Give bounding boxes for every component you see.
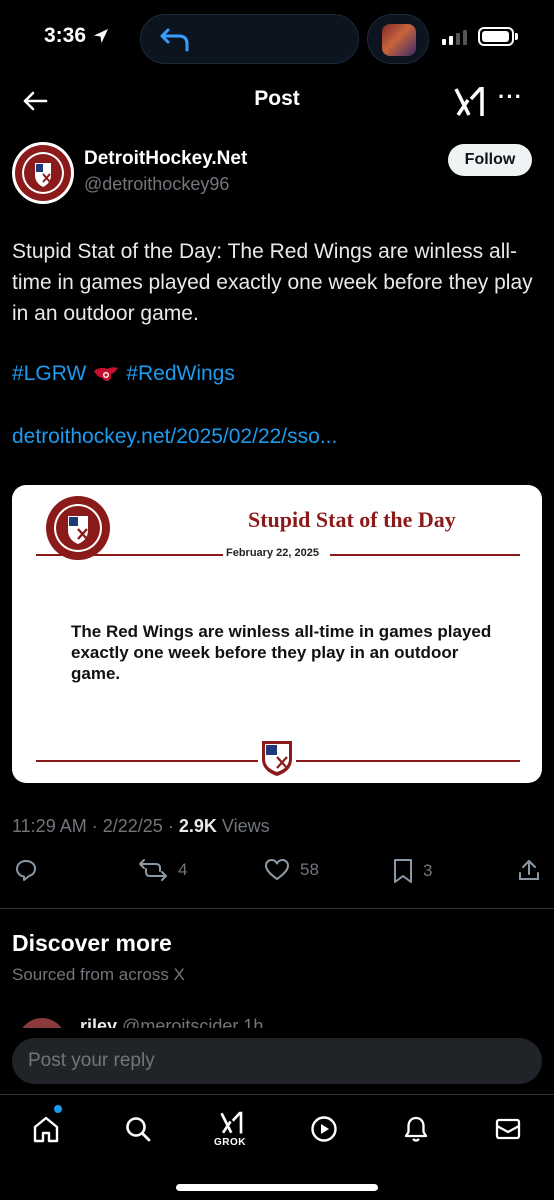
card-rule-right xyxy=(330,554,520,556)
home-indicator[interactable] xyxy=(176,1184,378,1191)
grok-logo-icon[interactable] xyxy=(454,85,486,119)
reply-bar: Post your reply xyxy=(0,1028,554,1094)
return-arrow-icon xyxy=(160,28,189,52)
shield-logo-icon xyxy=(262,741,292,776)
views-count[interactable]: 2.9K xyxy=(179,816,217,836)
red-wings-logo-icon xyxy=(94,367,119,381)
heart-icon xyxy=(265,859,289,880)
peek-avatar[interactable] xyxy=(18,1018,66,1028)
repost-count: 4 xyxy=(178,860,188,879)
hashtags: #LGRW #RedWings xyxy=(12,362,235,386)
post-meta: 11:29 AM · 2/22/25 · 2.9K Views xyxy=(12,816,270,837)
card-bottom-rule-right xyxy=(296,760,520,762)
peek-time: 1h xyxy=(243,1016,264,1028)
live-activity-thumbnail xyxy=(382,24,416,56)
tab-messages[interactable] xyxy=(488,1109,528,1149)
reply-icon xyxy=(16,860,36,881)
views-label: Views xyxy=(221,816,270,836)
post-header: Post ··· xyxy=(0,78,554,128)
repost-icon xyxy=(139,859,167,881)
grok-icon xyxy=(220,1111,243,1134)
envelope-icon xyxy=(495,1118,521,1140)
tweet-text: Stupid Stat of the Day: The Red Wings ar… xyxy=(12,240,533,325)
bookmark-count: 3 xyxy=(423,861,433,880)
grok-label: GROK xyxy=(214,1137,246,1148)
tab-notifications[interactable] xyxy=(396,1109,436,1149)
tab-video[interactable] xyxy=(304,1109,344,1149)
share-icon xyxy=(519,860,539,880)
meta-separator: · xyxy=(91,816,98,836)
peek-header: riley @meroitscider 1h xyxy=(80,1016,263,1028)
card-body-text: The Red Wings are winless all-time in ga… xyxy=(71,622,492,683)
card-title: Stupid Stat of the Day xyxy=(248,507,456,532)
action-bar: 4 58 3 xyxy=(0,858,554,888)
tweet-link[interactable]: detroithockey.net/2025/02/22/sso... xyxy=(12,425,337,449)
status-bar: 3:36 xyxy=(0,0,554,78)
bookmark-icon xyxy=(394,859,412,883)
home-icon xyxy=(33,1116,59,1143)
card-rule-left xyxy=(36,554,223,556)
post-date: 2/22/25 xyxy=(102,816,163,836)
hashtag-lgrw[interactable]: #LGRW xyxy=(12,362,86,386)
play-icon xyxy=(311,1116,337,1142)
notification-dot xyxy=(54,1105,62,1113)
share-button[interactable] xyxy=(517,858,541,882)
discover-subtitle: Sourced from across X xyxy=(12,965,185,984)
follow-button[interactable]: Follow xyxy=(448,144,532,176)
author-handle[interactable]: @detroithockey96 xyxy=(84,174,229,195)
discover-title: Discover more xyxy=(12,930,172,956)
card-logo-icon xyxy=(46,496,110,560)
location-arrow-icon xyxy=(94,29,109,43)
live-activity-pill[interactable] xyxy=(367,14,429,64)
reply-input[interactable]: Post your reply xyxy=(12,1038,542,1084)
status-time-text: 3:36 xyxy=(44,24,87,47)
card-date: February 22, 2025 xyxy=(226,547,319,559)
tab-home[interactable] xyxy=(26,1109,66,1149)
tab-search[interactable] xyxy=(118,1109,158,1149)
bookmark-button[interactable]: 3 xyxy=(393,858,432,884)
post-time: 11:29 AM xyxy=(12,816,87,836)
hashtag-redwings[interactable]: #RedWings xyxy=(126,362,235,386)
divider xyxy=(0,908,554,909)
like-count: 58 xyxy=(300,860,319,879)
repost-button[interactable]: 4 xyxy=(138,858,187,882)
attached-image[interactable]: Stupid Stat of the Day February 22, 2025… xyxy=(12,485,542,783)
like-button[interactable]: 58 xyxy=(264,858,319,882)
peek-name[interactable]: riley xyxy=(80,1016,117,1028)
back-to-app-pill[interactable] xyxy=(140,14,359,64)
search-icon xyxy=(126,1117,151,1142)
reply-button[interactable] xyxy=(14,858,38,882)
peek-handle: @meroitscider xyxy=(122,1016,239,1028)
status-time: 3:36 xyxy=(44,24,110,48)
discover-post-preview[interactable]: riley @meroitscider 1h xyxy=(18,1014,538,1028)
bell-icon xyxy=(404,1116,428,1142)
card-bottom-rule-left xyxy=(36,760,258,762)
battery-icon xyxy=(478,27,514,46)
author-avatar[interactable] xyxy=(12,142,74,204)
cellular-signal-icon xyxy=(442,30,467,45)
author-name[interactable]: DetroitHockey.Net xyxy=(84,148,247,170)
more-options-icon[interactable]: ··· xyxy=(498,84,523,110)
meta-separator-2: · xyxy=(167,816,174,836)
detroit-hockey-logo-icon xyxy=(15,145,71,201)
